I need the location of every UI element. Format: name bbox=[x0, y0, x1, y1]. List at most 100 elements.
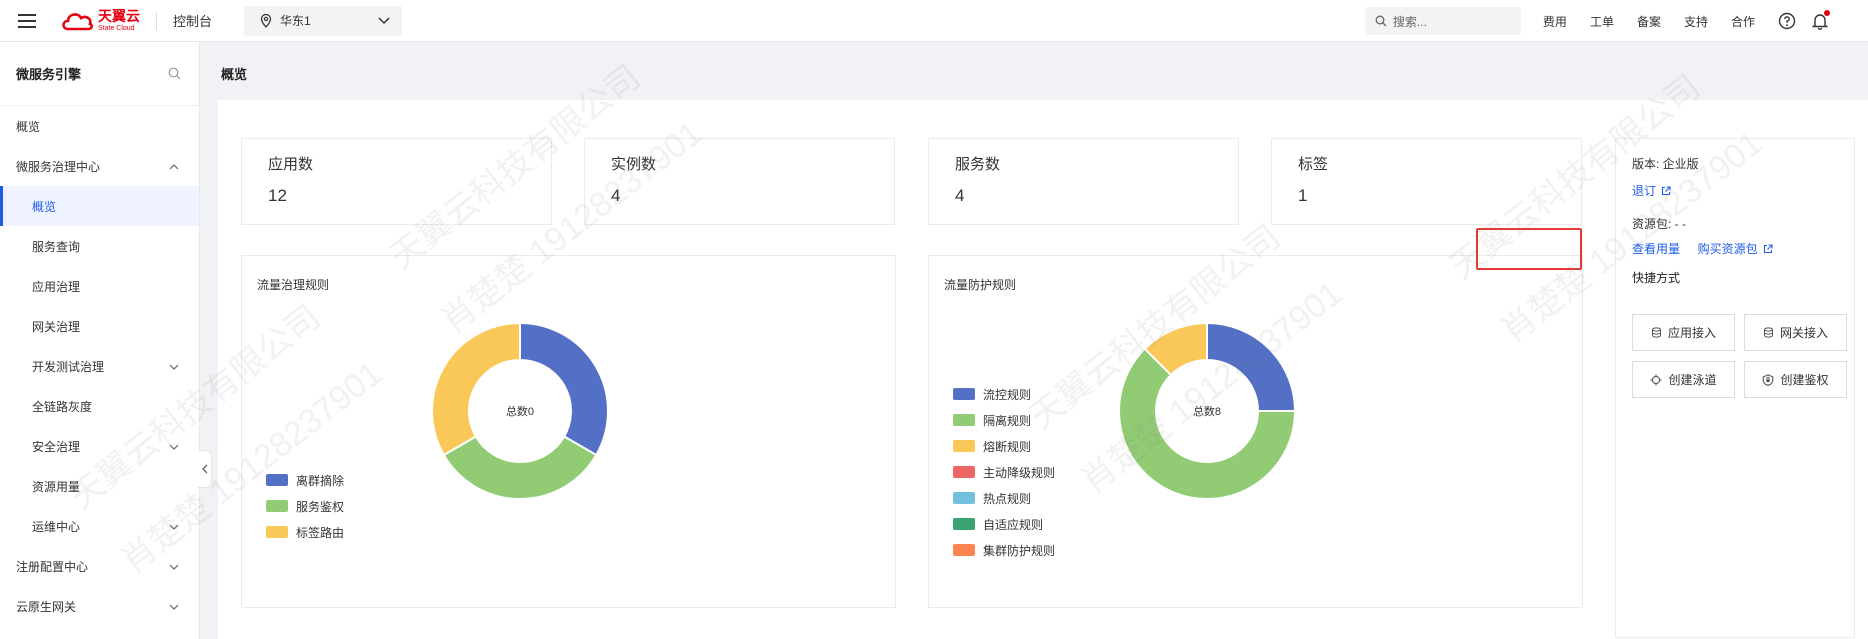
donut-slice[interactable] bbox=[431, 321, 521, 457]
app-access-button[interactable]: 应用接入 bbox=[1632, 314, 1735, 351]
legend-item[interactable]: 流控规则 bbox=[953, 381, 1055, 407]
sidebar-item[interactable]: 资源用量 bbox=[0, 466, 199, 506]
view-usage-link[interactable]: 查看用量 bbox=[1632, 240, 1680, 257]
resource-pack-label: 资源包: - - bbox=[1632, 217, 1686, 231]
sidebar-item-label: 开发测试治理 bbox=[32, 359, 105, 374]
sidebar-item[interactable]: 注册配置中心 bbox=[0, 546, 199, 586]
gateway-access-label: 网关接入 bbox=[1779, 326, 1828, 340]
legend-item[interactable]: 服务鉴权 bbox=[266, 493, 344, 519]
legend-label: 离群摘除 bbox=[296, 473, 345, 488]
sidebar-item[interactable]: 概览 bbox=[0, 186, 199, 226]
legend-item[interactable]: 标签路由 bbox=[266, 519, 344, 545]
region-selector[interactable]: 华东1 bbox=[244, 5, 403, 36]
buy-resource-pack-label: 购买资源包 bbox=[1697, 242, 1758, 256]
help-icon[interactable] bbox=[1778, 12, 1796, 30]
legend-swatch bbox=[266, 474, 288, 486]
sidebar: 微服务引擎 概览 微服务治理中心 概览 服务查询 应用治理 网关治理 开发测试治理 全链路灰度… bbox=[0, 42, 200, 639]
legend-item[interactable]: 熔断规则 bbox=[953, 433, 1055, 459]
legend-item[interactable]: 隔离规则 bbox=[953, 407, 1055, 433]
nav-filing[interactable]: 备案 bbox=[1637, 13, 1661, 30]
sidebar-item-label: 安全治理 bbox=[32, 439, 81, 454]
chevron-down-icon bbox=[169, 559, 179, 573]
legend-item[interactable]: 集群防护规则 bbox=[953, 537, 1055, 563]
chevron-up-icon bbox=[169, 159, 179, 173]
donut-slice[interactable] bbox=[442, 435, 598, 500]
legend-label: 自适应规则 bbox=[983, 517, 1044, 532]
sidebar-item[interactable]: 开发测试治理 bbox=[0, 346, 199, 386]
sidebar-item-label: 运维中心 bbox=[32, 519, 81, 534]
legend-item[interactable]: 自适应规则 bbox=[953, 511, 1055, 537]
cloud-logo-icon bbox=[62, 12, 94, 30]
legend-label: 主动降级规则 bbox=[983, 465, 1056, 480]
buy-resource-pack-link[interactable]: 购买资源包 bbox=[1698, 240, 1773, 257]
sidebar-item[interactable]: 服务查询 bbox=[0, 226, 199, 266]
sidebar-item-label: 概览 bbox=[16, 119, 41, 134]
sidebar-item-label: 全链路灰度 bbox=[32, 399, 93, 414]
legend-swatch bbox=[953, 466, 975, 478]
legend-label: 服务鉴权 bbox=[296, 499, 345, 514]
stat-label: 服务数 bbox=[955, 156, 1001, 173]
menu-icon[interactable] bbox=[18, 13, 36, 28]
crosshair-icon bbox=[1650, 374, 1662, 386]
overview-content: 应用数 12 实例数 4 服务数 4 标签 1 流量治理规则 总数0 离群摘除服… bbox=[218, 100, 1868, 639]
legend-swatch bbox=[266, 500, 288, 512]
legend-swatch bbox=[266, 526, 288, 538]
create-lane-button[interactable]: 创建泳道 bbox=[1632, 361, 1735, 398]
sidebar-item[interactable]: 全链路灰度 bbox=[0, 386, 199, 426]
chart-card-traffic-protection: 流量防护规则 总数8 流控规则 隔离规则 熔断规则 主动降级规则 热点规则 自适应规则 集群… bbox=[928, 255, 1583, 608]
page-title: 概览 bbox=[221, 67, 248, 82]
logo[interactable]: 天翼云 State Cloud bbox=[60, 9, 140, 32]
notification-dot bbox=[1824, 10, 1830, 16]
chevron-down-icon bbox=[169, 359, 179, 373]
search-icon[interactable] bbox=[168, 67, 181, 80]
sidebar-item-label: 注册配置中心 bbox=[16, 559, 89, 574]
chart-legend: 流控规则 隔离规则 熔断规则主动降级规则热点规则自适应规则集群防护规则 bbox=[953, 381, 1055, 563]
donut-slice[interactable] bbox=[1206, 321, 1297, 412]
chart-legend: 离群摘除服务鉴权标签路由 bbox=[266, 467, 344, 545]
sidebar-item-label: 资源用量 bbox=[32, 479, 81, 494]
stat-card-apps: 应用数 12 bbox=[241, 138, 552, 225]
sidebar-item[interactable]: 应用治理 bbox=[0, 266, 199, 306]
stat-value: 4 bbox=[955, 186, 965, 205]
console-link[interactable]: 控制台 bbox=[173, 11, 212, 30]
nav-ticket[interactable]: 工单 bbox=[1590, 13, 1614, 30]
legend-swatch bbox=[953, 544, 975, 556]
external-link-icon bbox=[1763, 243, 1773, 253]
donut-chart-traffic-governance: 总数0 bbox=[431, 321, 609, 500]
search-placeholder: 搜索... bbox=[1392, 14, 1427, 29]
sidebar-collapse-button[interactable] bbox=[198, 450, 212, 488]
sidebar-item[interactable]: 云原生网关 bbox=[0, 586, 199, 626]
version-label: 版本: 企业版 bbox=[1632, 157, 1699, 171]
legend-swatch bbox=[953, 518, 975, 530]
sidebar-item[interactable]: 微服务治理中心 bbox=[0, 146, 199, 186]
sidebar-item[interactable]: 网关治理 bbox=[0, 306, 199, 346]
donut-slice[interactable] bbox=[519, 321, 609, 457]
legend-label: 标签路由 bbox=[296, 525, 345, 540]
gateway-access-button[interactable]: 网关接入 bbox=[1744, 314, 1847, 351]
donut-center-label: 总数0 bbox=[506, 404, 534, 418]
sidebar-item-label: 微服务治理中心 bbox=[16, 159, 101, 174]
shield-lock-icon bbox=[1762, 373, 1774, 386]
nav-partner[interactable]: 合作 bbox=[1731, 13, 1755, 30]
sidebar-menu: 概览 微服务治理中心 概览 服务查询 应用治理 网关治理 开发测试治理 全链路灰度 安全治理 资源… bbox=[0, 106, 199, 626]
search-input[interactable]: 搜索... bbox=[1364, 7, 1521, 35]
unsubscribe-link[interactable]: 退订 bbox=[1632, 182, 1671, 199]
create-auth-button[interactable]: 创建鉴权 bbox=[1744, 361, 1847, 398]
chevron-left-icon bbox=[202, 464, 208, 474]
sidebar-item[interactable]: 运维中心 bbox=[0, 506, 199, 546]
sidebar-item-label: 概览 bbox=[32, 199, 57, 214]
nav-support[interactable]: 支持 bbox=[1684, 13, 1708, 30]
sidebar-item[interactable]: 概览 bbox=[0, 106, 199, 146]
chevron-down-icon bbox=[169, 599, 179, 613]
nav-billing[interactable]: 费用 bbox=[1543, 13, 1567, 30]
logo-en-text: State Cloud bbox=[98, 25, 135, 32]
sidebar-item[interactable]: 安全治理 bbox=[0, 426, 199, 466]
notification-bell-icon[interactable] bbox=[1812, 10, 1830, 30]
stat-label: 标签 bbox=[1298, 156, 1329, 173]
create-auth-label: 创建鉴权 bbox=[1780, 373, 1829, 387]
location-pin-icon bbox=[260, 13, 272, 28]
logo-cn-text: 天翼云 bbox=[98, 8, 140, 24]
legend-item[interactable]: 热点规则 bbox=[953, 485, 1055, 511]
legend-item[interactable]: 离群摘除 bbox=[266, 467, 344, 493]
legend-item[interactable]: 主动降级规则 bbox=[953, 459, 1055, 485]
